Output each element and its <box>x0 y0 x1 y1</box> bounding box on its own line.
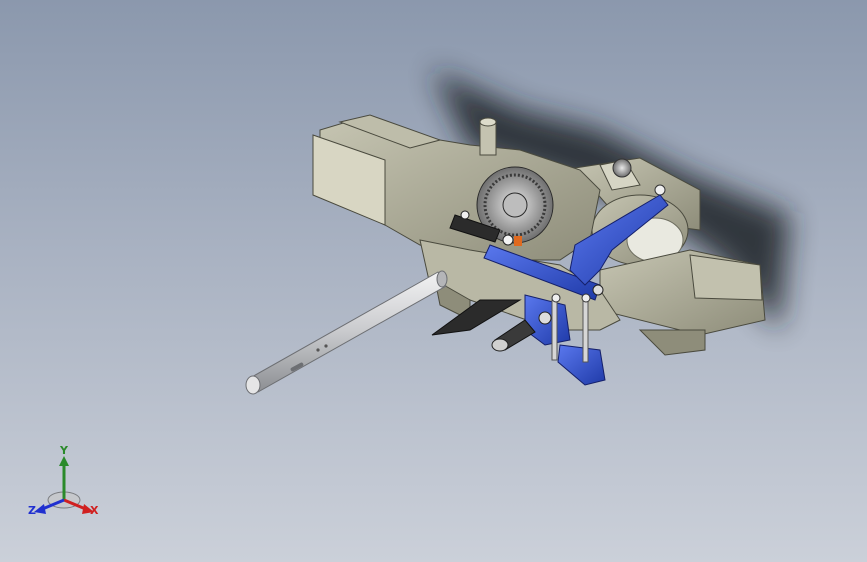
main-shaft[interactable] <box>245 270 448 395</box>
view-orientation-triad[interactable]: Y X Z <box>26 444 106 524</box>
z-axis-label: Z <box>28 504 36 517</box>
graphics-viewport[interactable]: Y X Z <box>0 0 867 562</box>
x-axis-label: X <box>90 504 99 517</box>
y-axis-label: Y <box>60 444 68 457</box>
3d-model[interactable] <box>0 0 867 562</box>
